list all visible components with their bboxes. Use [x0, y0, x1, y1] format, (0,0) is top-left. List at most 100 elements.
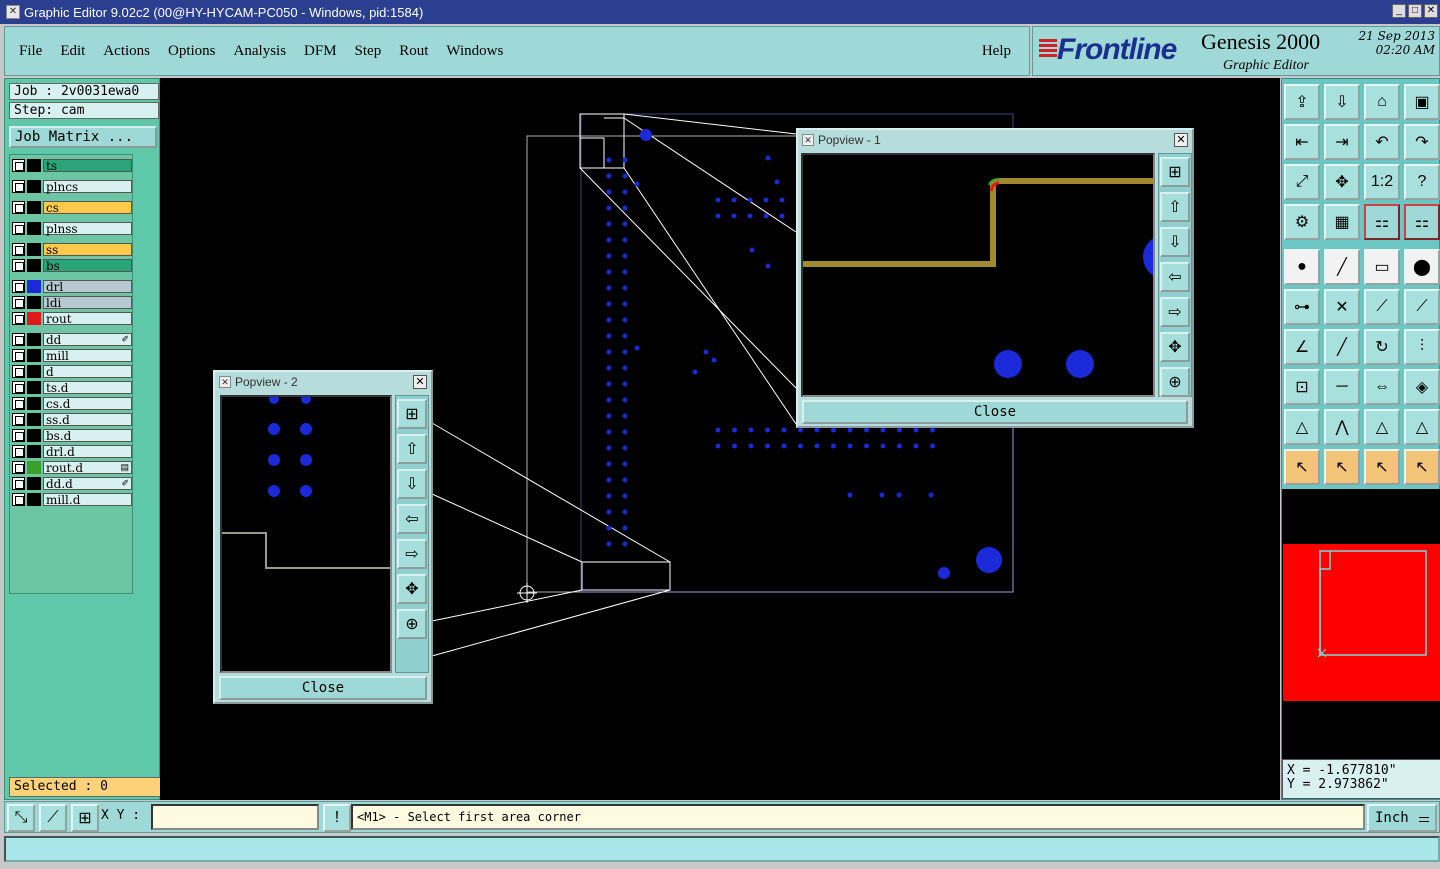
slash-icon[interactable]: ╱ — [1324, 329, 1360, 365]
maximize-button[interactable]: □ — [1408, 4, 1422, 18]
grid-icon[interactable]: ▦ — [1324, 204, 1360, 240]
snap-icon[interactable]: ⤡ — [7, 804, 35, 832]
minimap[interactable] — [1282, 489, 1440, 759]
shapes-icon[interactable]: ◈ — [1404, 369, 1440, 405]
pan-down-icon[interactable]: ⇩ — [397, 469, 427, 499]
popview-2-close-x[interactable]: ✕ — [413, 375, 427, 389]
layer-checkbox[interactable] — [12, 397, 25, 410]
minimize-button[interactable]: _ — [1392, 4, 1406, 18]
layer-row-rout-d[interactable]: rout.d ▤ — [12, 460, 132, 475]
layer-checkbox[interactable] — [12, 296, 25, 309]
flip-icon[interactable]: ⫶ — [1404, 329, 1440, 365]
layer-checkbox[interactable] — [12, 159, 25, 172]
pan-right-icon[interactable]: ⇨ — [397, 539, 427, 569]
popview-zoom-icon[interactable]: ⊞ — [397, 399, 427, 429]
rotate-icon[interactable]: ↻ — [1364, 329, 1400, 365]
pointer2-icon[interactable]: ↖ — [1324, 449, 1360, 485]
layer-row-plncs[interactable]: plncs — [12, 179, 132, 194]
triangle-icon[interactable]: △ — [1284, 409, 1320, 445]
popview-2-close-button[interactable]: Close — [219, 676, 427, 700]
window-icon[interactable]: ▣ — [1404, 84, 1440, 120]
zoom-home-icon[interactable]: ✥ — [1160, 332, 1190, 362]
layer-checkbox[interactable] — [12, 365, 25, 378]
job-matrix-button[interactable]: Job Matrix ... — [9, 126, 157, 148]
layer-checkbox[interactable] — [12, 429, 25, 442]
triangle-up-icon[interactable]: ⋀ — [1324, 409, 1360, 445]
layer-checkbox[interactable] — [12, 280, 25, 293]
layer-row-d[interactable]: d — [12, 364, 132, 379]
layer-row-mill[interactable]: mill — [12, 348, 132, 363]
layer-row-cs[interactable]: cs — [12, 200, 132, 215]
circle-icon[interactable]: ⬤ — [1404, 249, 1440, 285]
pan-left-icon[interactable]: ⇦ — [1160, 262, 1190, 292]
layer-row-ldi[interactable]: ldi — [12, 295, 132, 310]
grid-icon[interactable]: ⊞ — [71, 804, 99, 832]
pan-left-icon[interactable]: ⇦ — [397, 504, 427, 534]
layer-row-bs-d[interactable]: bs.d — [12, 428, 132, 443]
menu-windows[interactable]: Windows — [446, 43, 503, 60]
home-icon[interactable]: ⌂ — [1364, 84, 1400, 120]
zoom-fit-icon[interactable]: ⤢ — [1284, 164, 1320, 200]
load-icon[interactable]: ⇪ — [1284, 84, 1320, 120]
save-icon[interactable]: ⇩ — [1324, 84, 1360, 120]
layer-checkbox[interactable] — [12, 477, 25, 490]
layer-row-mill-d[interactable]: mill.d — [12, 492, 132, 507]
layer-checkbox[interactable] — [12, 493, 25, 506]
menu-options[interactable]: Options — [168, 43, 216, 60]
layer-row-drl[interactable]: drl — [12, 279, 132, 294]
minus-icon[interactable]: ─ — [1324, 369, 1360, 405]
layer-checkbox[interactable] — [12, 413, 25, 426]
pointer-icon[interactable]: ↖ — [1284, 449, 1320, 485]
layer-checkbox[interactable] — [12, 349, 25, 362]
layer-red2-icon[interactable]: ⚏ — [1404, 204, 1440, 240]
layer-row-plnss[interactable]: plnss — [12, 221, 132, 236]
pan-down-icon[interactable]: ⇩ — [1160, 227, 1190, 257]
export-icon[interactable]: ⇥ — [1324, 124, 1360, 160]
popview-zoom-icon[interactable]: ⊞ — [1160, 157, 1190, 187]
popview-1-view[interactable] — [801, 153, 1155, 397]
xy-input[interactable] — [151, 804, 319, 830]
settings-icon[interactable]: ⚙ — [1284, 204, 1320, 240]
popview-1-close-x[interactable]: ✕ — [1174, 133, 1188, 147]
layer-checkbox[interactable] — [12, 381, 25, 394]
point-icon[interactable]: ⟋ — [1364, 289, 1400, 325]
layer-row-rout[interactable]: rout — [12, 311, 132, 326]
menu-edit[interactable]: Edit — [60, 43, 85, 60]
layer-row-cs-d[interactable]: cs.d — [12, 396, 132, 411]
popview-1-close-button[interactable]: Close — [802, 400, 1188, 424]
zoom-fit-icon[interactable]: ⊕ — [1160, 367, 1190, 397]
redo-icon[interactable]: ↷ — [1404, 124, 1440, 160]
layer-checkbox[interactable] — [12, 259, 25, 272]
menu-help[interactable]: Help — [982, 43, 1011, 60]
angle-icon[interactable]: ∠ — [1284, 329, 1320, 365]
layer-checkbox[interactable] — [12, 445, 25, 458]
layer-checkbox[interactable] — [12, 243, 25, 256]
menu-dfm[interactable]: DFM — [304, 43, 337, 60]
select-area-icon[interactable]: ⊡ — [1284, 369, 1320, 405]
triangle-blue-icon[interactable]: △ — [1404, 409, 1440, 445]
zoom-home-icon[interactable]: ✥ — [397, 574, 427, 604]
layer-row-ts-d[interactable]: ts.d — [12, 380, 132, 395]
layer-checkbox[interactable] — [12, 222, 25, 235]
alert-icon[interactable]: ! — [323, 804, 351, 832]
layer-red-icon[interactable]: ⚏ — [1364, 204, 1400, 240]
close-window-button[interactable]: ✕ — [1424, 4, 1438, 18]
pan-up-icon[interactable]: ⇧ — [397, 434, 427, 464]
point2-icon[interactable]: ⟋ — [1404, 289, 1440, 325]
menu-actions[interactable]: Actions — [103, 43, 150, 60]
line-icon[interactable]: ╱ — [1324, 249, 1360, 285]
layer-row-ts[interactable]: ts — [12, 158, 132, 173]
pad-icon[interactable]: ● — [1284, 249, 1320, 285]
layer-row-ss[interactable]: ss — [12, 242, 132, 257]
menu-rout[interactable]: Rout — [399, 43, 428, 60]
layer-checkbox[interactable] — [12, 333, 25, 346]
stretch-icon[interactable]: ⇔ — [1364, 369, 1400, 405]
layer-checkbox[interactable] — [12, 461, 25, 474]
pan-right-icon[interactable]: ⇨ — [1160, 297, 1190, 327]
triangle-red-icon[interactable]: △ — [1364, 409, 1400, 445]
menu-file[interactable]: File — [19, 43, 42, 60]
layer-row-dd[interactable]: dd ✐ — [12, 332, 132, 347]
popview-2-view[interactable] — [220, 395, 392, 673]
zoom-fit-icon[interactable]: ⊕ — [397, 609, 427, 639]
layer-checkbox[interactable] — [12, 312, 25, 325]
